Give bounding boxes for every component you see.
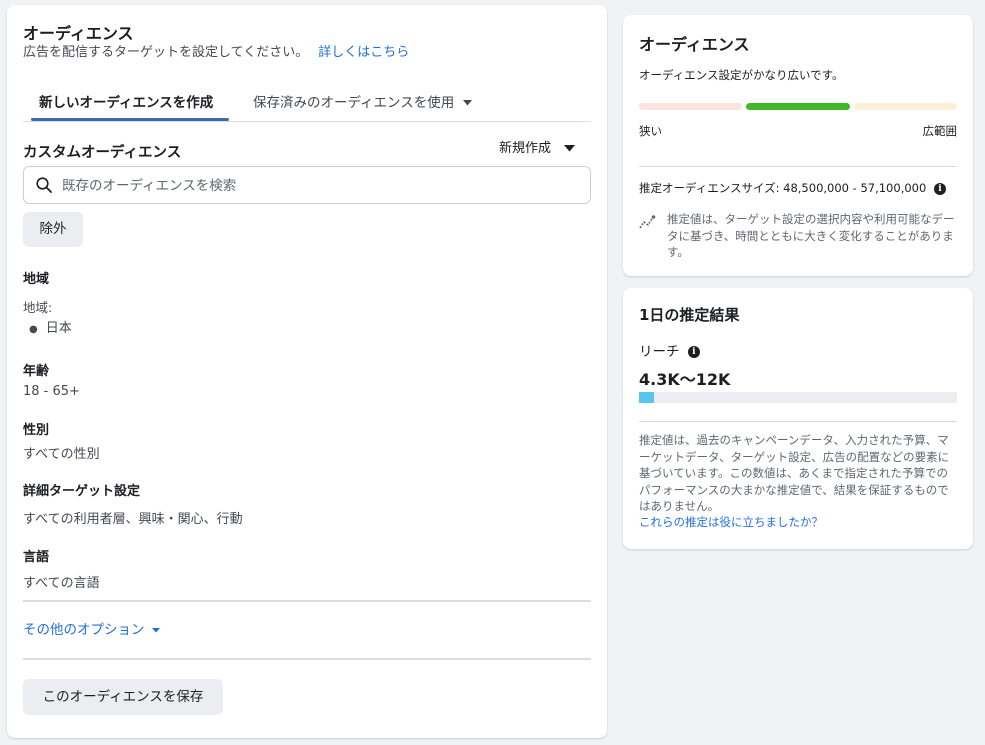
audience-search-input[interactable] <box>62 176 582 196</box>
breadth-meter-broad-segment <box>854 103 957 110</box>
age-value: 18 - 65+ <box>23 384 80 399</box>
broad-label: 広範囲 <box>922 124 958 138</box>
section-divider <box>23 658 591 660</box>
tab-saved-audience-label: 保存済みのオーディエンスを使用 <box>253 95 455 111</box>
search-icon <box>36 177 52 193</box>
language-value: すべての言語 <box>23 576 100 591</box>
location-item: ● 日本 <box>29 317 72 336</box>
audience-search-box[interactable] <box>23 166 591 204</box>
audience-size-card: オーディエンス オーディエンス設定がかなり広いです。 狭い 広範囲 推定オーディ… <box>623 15 973 276</box>
location-item-text: 日本 <box>45 321 72 336</box>
reach-label: リーチ <box>639 344 680 360</box>
detailed-targeting-label: 詳細ターゲット設定 <box>23 484 141 499</box>
panel-subtitle: 広告を配信するターゲットを設定してください。 詳しくはこちら <box>23 41 409 60</box>
estimate-note: 推定値は、ターゲット設定の選択内容や利用可能なデータに基づき、時間とともに大きく… <box>667 212 955 259</box>
exclude-button[interactable]: 除外 <box>23 212 83 247</box>
section-divider <box>23 600 591 602</box>
audience-settings-panel: オーディエンス 広告を配信するターゲットを設定してください。 詳しくはこちら 新し… <box>7 5 607 738</box>
more-options-label: その他のオプション <box>23 622 145 638</box>
audience-size-text: 推定オーディエンスサイズ: 48,500,000 - 57,100,000 <box>639 181 927 195</box>
custom-audience-label: カスタムオーディエンス <box>23 145 182 161</box>
language-label: 言語 <box>23 550 50 565</box>
narrow-label: 狭い <box>639 124 662 138</box>
save-audience-button[interactable]: このオーディエンスを保存 <box>23 679 223 715</box>
feedback-link[interactable]: これらの推定は役に立ちましたか？ <box>639 514 823 530</box>
create-new-dropdown[interactable]: 新規作成 <box>499 137 576 156</box>
card-divider <box>639 421 957 422</box>
daily-estimates-card: 1日の推定結果 リーチ i 4.3K〜12K 推定値は、過去のキャンペーンデータ… <box>623 288 973 549</box>
tabs-divider <box>23 121 591 122</box>
create-new-label: 新規作成 <box>499 141 552 156</box>
breadth-meter-narrow-segment <box>639 103 742 110</box>
daily-card-title: 1日の推定結果 <box>639 306 740 324</box>
detailed-targeting-value: すべての利用者層、興味・関心、行動 <box>23 512 243 527</box>
info-icon[interactable]: i <box>687 346 700 358</box>
location-sublabel: 地域: <box>23 300 53 315</box>
caret-down-icon <box>462 100 472 106</box>
tab-saved-audience[interactable]: 保存済みのオーディエンスを使用 <box>253 91 472 111</box>
daily-estimate-note: 推定値は、過去のキャンペーンデータ、入力された予算、マーケットデータ、ターゲット… <box>639 433 950 513</box>
reach-bar-fill <box>639 392 654 403</box>
age-label: 年齢 <box>23 364 50 379</box>
audience-size: 推定オーディエンスサイズ: 48,500,000 - 57,100,000 i <box>639 180 946 196</box>
learn-more-link[interactable]: 詳しくはこちら <box>318 45 409 60</box>
bullet-icon: ● <box>29 324 38 335</box>
reach-value: 4.3K〜12K <box>639 370 731 389</box>
caret-down-icon <box>564 145 576 152</box>
tab-create-new-audience[interactable]: 新しいオーディエンスを作成 <box>39 91 213 111</box>
location-label: 地域 <box>23 272 50 287</box>
reach-bar-track <box>639 392 957 403</box>
audience-card-title: オーディエンス <box>639 35 750 54</box>
panel-subtitle-text: 広告を配信するターゲットを設定してください。 <box>23 45 309 60</box>
info-icon[interactable]: i <box>933 182 946 195</box>
gender-label: 性別 <box>23 423 50 438</box>
more-options-link[interactable]: その他のオプション <box>23 618 160 638</box>
breadth-status: オーディエンス設定がかなり広いです。 <box>639 68 844 82</box>
caret-down-icon <box>151 627 160 632</box>
gender-value: すべての性別 <box>23 447 100 462</box>
breadth-meter-mid-segment <box>746 103 850 110</box>
trend-chart-icon <box>639 215 656 229</box>
reach-label-row: リーチ i <box>639 340 700 360</box>
card-divider <box>639 166 957 167</box>
